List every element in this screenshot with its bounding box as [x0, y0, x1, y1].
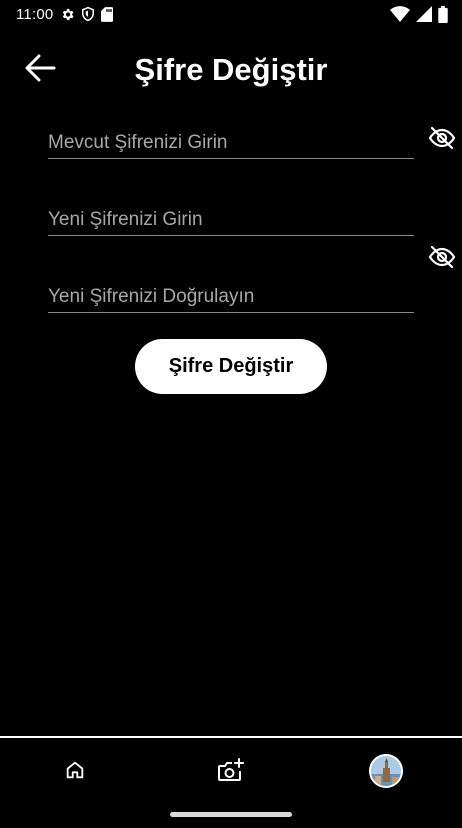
confirm-password-field — [48, 275, 414, 313]
eye-off-icon — [428, 245, 456, 274]
cell-signal-icon — [416, 6, 432, 22]
change-password-screen: 11:00 Şifre Değiştir Şifre Değiştir — [0, 0, 462, 828]
status-time: 11:00 — [16, 5, 54, 23]
add-photo-icon — [216, 757, 244, 788]
profile-avatar — [369, 754, 403, 788]
toggle-new-password-visibility-button[interactable] — [426, 245, 458, 273]
new-password-field — [48, 198, 414, 236]
new-password-input[interactable] — [48, 198, 414, 235]
toggle-password-visibility-button[interactable] — [426, 126, 458, 154]
nav-home-button[interactable] — [55, 752, 95, 792]
current-password-field — [48, 121, 414, 159]
change-password-button[interactable]: Şifre Değiştir — [135, 339, 327, 394]
eye-off-icon — [428, 126, 456, 155]
shield-icon — [81, 6, 95, 22]
gear-icon — [60, 7, 75, 22]
bottom-nav — [0, 738, 462, 804]
nav-profile-button[interactable] — [366, 751, 406, 791]
battery-icon — [438, 5, 448, 23]
home-icon — [64, 759, 86, 786]
current-password-input[interactable] — [48, 121, 414, 158]
wifi-icon — [390, 6, 410, 22]
page-title: Şifre Değiştir — [134, 52, 328, 87]
app-header: Şifre Değiştir — [0, 44, 462, 96]
gesture-navigation-bar[interactable] — [170, 812, 292, 817]
sd-card-icon — [101, 6, 114, 22]
status-bar: 11:00 — [0, 0, 462, 28]
confirm-password-input[interactable] — [48, 275, 414, 312]
status-right-icons — [390, 5, 448, 23]
status-left-icons — [60, 6, 114, 22]
nav-add-photo-button[interactable] — [210, 752, 250, 792]
